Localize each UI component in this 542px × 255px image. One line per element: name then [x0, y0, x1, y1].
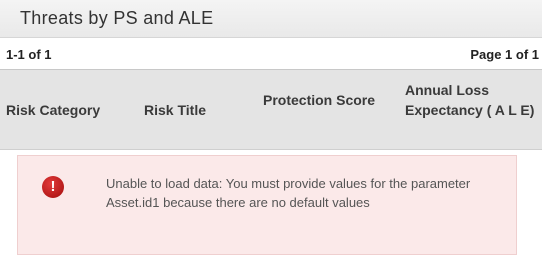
column-header-risk-category[interactable]: Risk Category	[6, 100, 100, 120]
table-header-row: Risk Category Risk Title Protection Scor…	[0, 70, 542, 150]
result-range-text: 1-1 of 1	[6, 47, 52, 62]
error-message-text: Unable to load data: You must provide va…	[106, 176, 471, 210]
column-header-risk-title[interactable]: Risk Title	[144, 100, 206, 120]
column-header-annual-loss-expectancy[interactable]: Annual Loss Expectancy ( A L E)	[405, 80, 537, 120]
panel-title-bar: Threats by PS and ALE	[0, 0, 542, 38]
panel-title: Threats by PS and ALE	[20, 8, 214, 28]
page-indicator: Page 1 of 1	[470, 47, 539, 62]
error-message-box: ! Unable to load data: You must provide …	[17, 155, 517, 255]
pager-bar: 1-1 of 1 Page 1 of 1	[0, 38, 542, 70]
column-header-protection-score[interactable]: Protection Score	[263, 90, 383, 110]
error-exclamation-icon: !	[42, 176, 64, 198]
